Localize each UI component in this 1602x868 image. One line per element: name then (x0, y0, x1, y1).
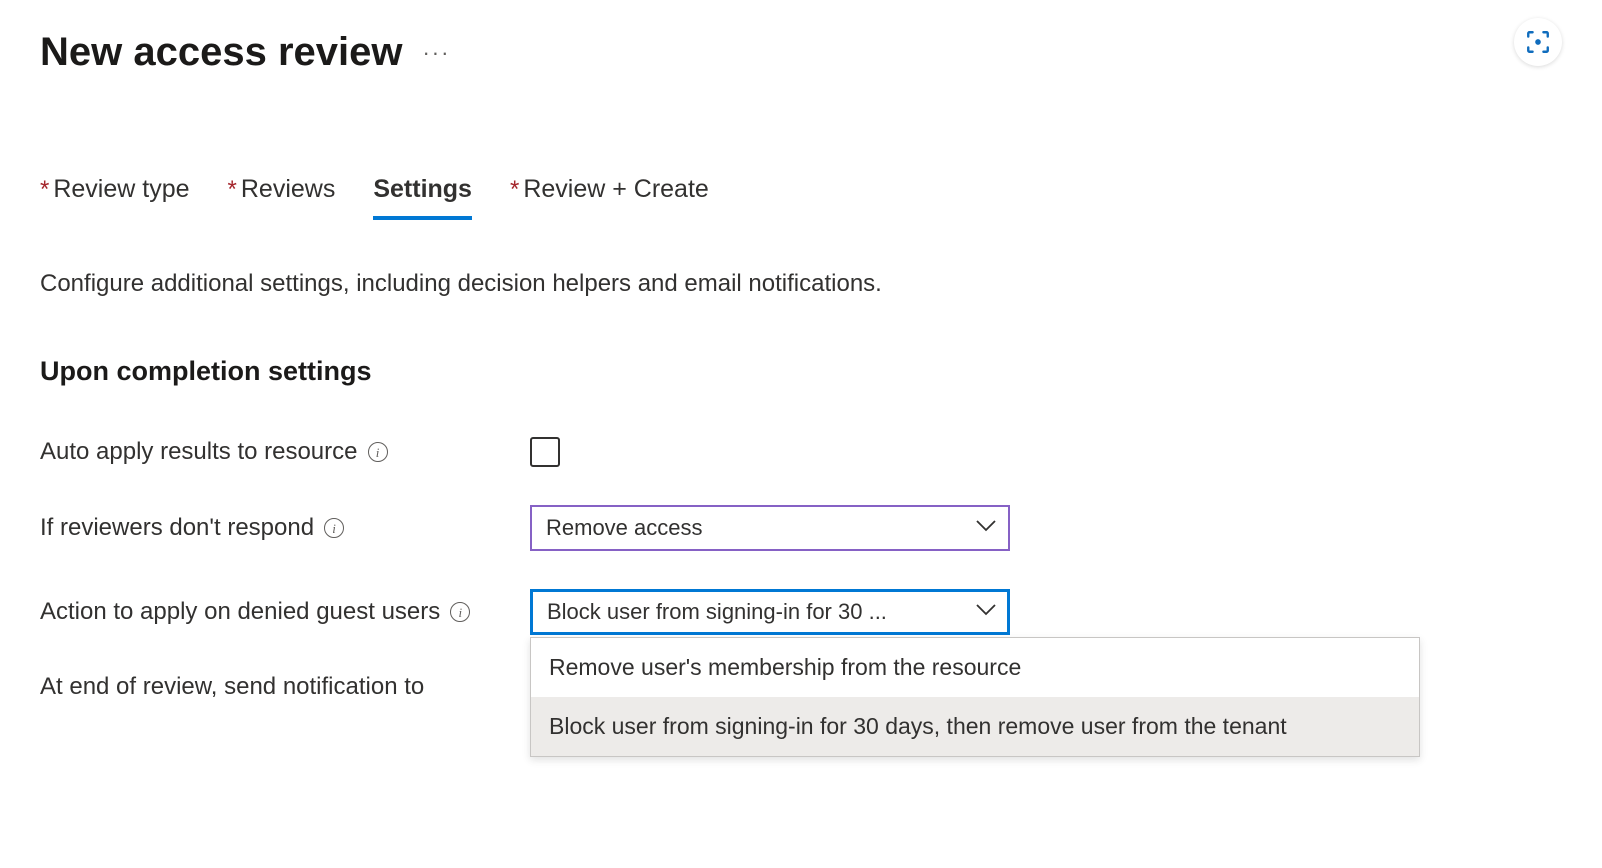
settings-description: Configure additional settings, including… (40, 270, 1562, 298)
label-auto-apply: Auto apply results to resource i (40, 438, 530, 466)
more-icon[interactable]: ··· (422, 40, 450, 66)
tab-reviews[interactable]: * Reviews (228, 175, 336, 220)
lens-button[interactable] (1514, 18, 1562, 66)
checkbox-auto-apply[interactable] (530, 437, 560, 467)
label-notification: At end of review, send notification to (40, 673, 530, 701)
label-no-response: If reviewers don't respond i (40, 514, 530, 542)
select-value: Remove access (546, 515, 703, 541)
row-auto-apply: Auto apply results to resource i (40, 437, 1562, 467)
label-denied-guest: Action to apply on denied guest users i (40, 598, 530, 626)
dropdown-option[interactable]: Remove user's membership from the resour… (531, 638, 1419, 697)
dropdown-denied-guest: Remove user's membership from the resour… (530, 637, 1420, 757)
select-denied-guest[interactable]: Block user from signing-in for 30 ... (530, 589, 1010, 635)
tab-settings[interactable]: Settings (373, 175, 472, 220)
page-title: New access review (40, 30, 402, 75)
tab-label: Settings (373, 175, 472, 204)
required-asterisk: * (40, 176, 49, 204)
row-no-response: If reviewers don't respond i Remove acce… (40, 505, 1562, 551)
row-denied-guest: Action to apply on denied guest users i … (40, 589, 1562, 635)
info-icon[interactable]: i (450, 602, 470, 622)
tab-bar: * Review type * Reviews Settings * Revie… (40, 175, 1562, 220)
required-asterisk: * (510, 176, 519, 204)
tab-review-type[interactable]: * Review type (40, 175, 190, 220)
tab-label: Review + Create (523, 175, 709, 204)
label-text: At end of review, send notification to (40, 673, 424, 701)
select-value: Block user from signing-in for 30 ... (547, 599, 887, 625)
dropdown-option[interactable]: Block user from signing-in for 30 days, … (531, 697, 1419, 756)
tab-review-create[interactable]: * Review + Create (510, 175, 709, 220)
tab-label: Reviews (241, 175, 335, 204)
section-title: Upon completion settings (40, 356, 1562, 387)
form: Auto apply results to resource i If revi… (40, 437, 1562, 701)
label-text: Action to apply on denied guest users (40, 598, 440, 626)
info-icon[interactable]: i (324, 518, 344, 538)
info-icon[interactable]: i (368, 442, 388, 462)
select-no-response[interactable]: Remove access (530, 505, 1010, 551)
required-asterisk: * (228, 176, 237, 204)
label-text: Auto apply results to resource (40, 438, 358, 466)
lens-icon (1525, 29, 1551, 55)
tab-label: Review type (53, 175, 189, 204)
label-text: If reviewers don't respond (40, 514, 314, 542)
